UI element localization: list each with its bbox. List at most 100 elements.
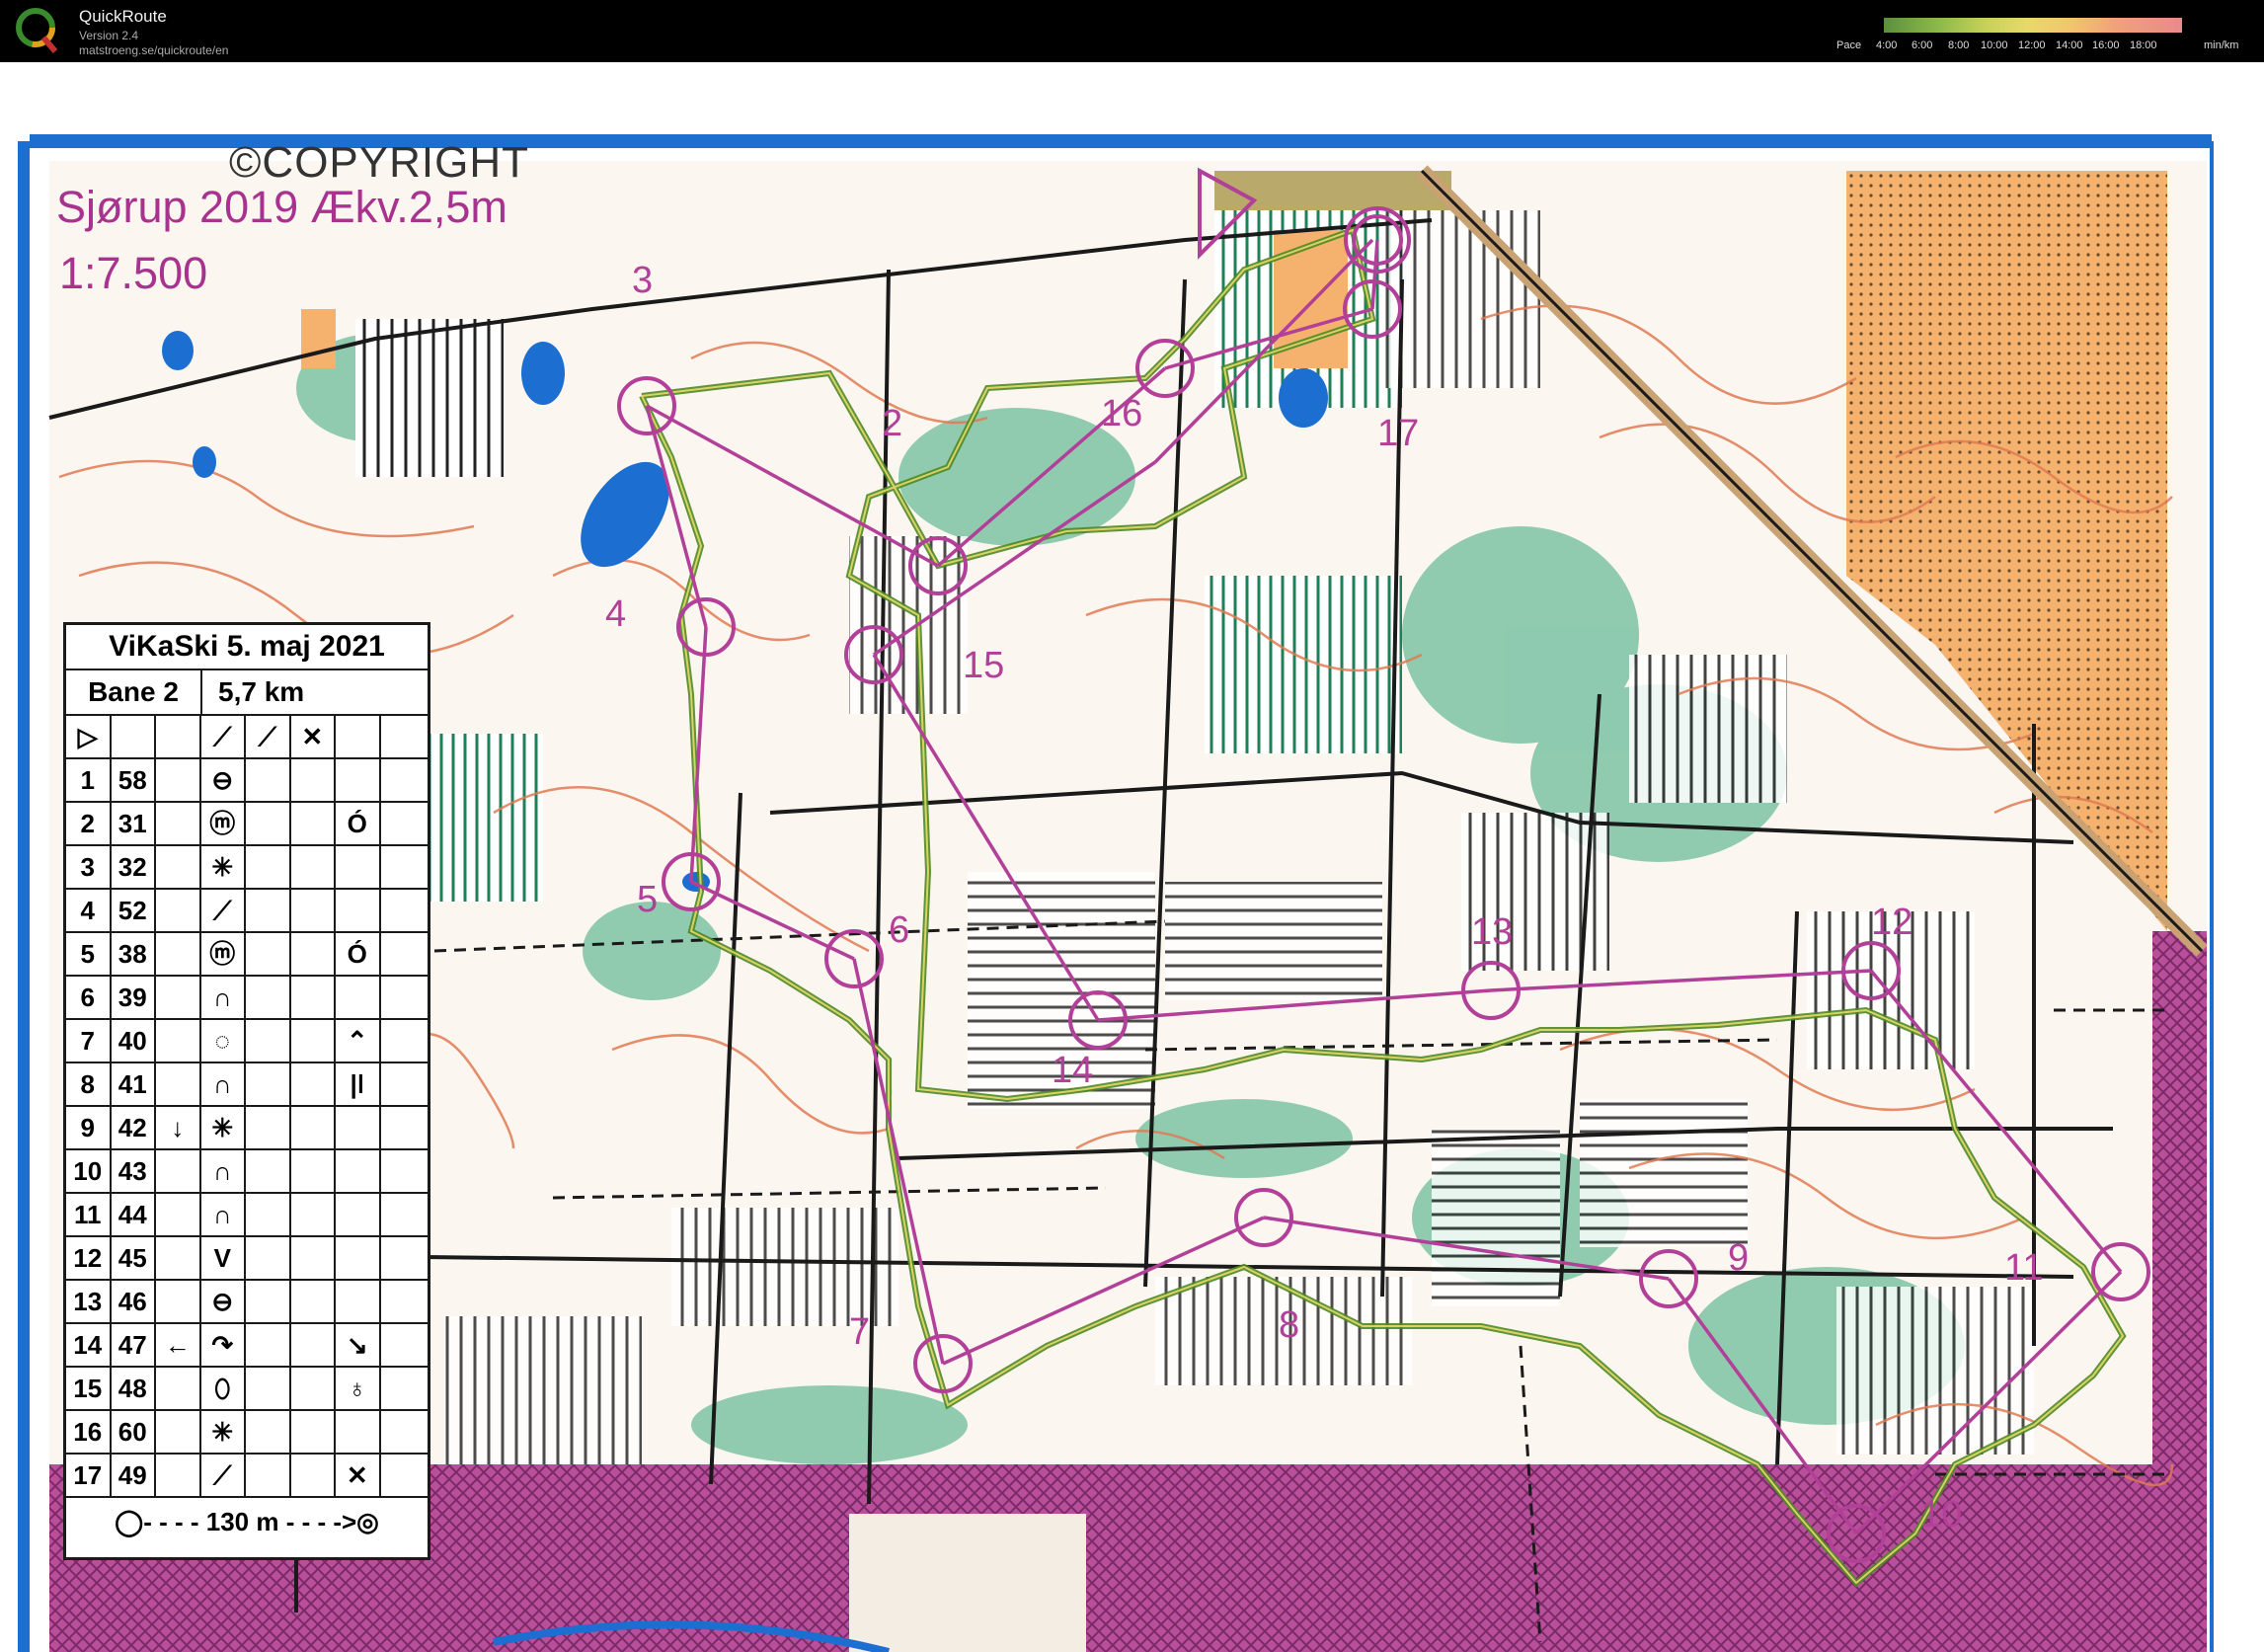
other-symbol xyxy=(381,1237,428,1279)
control-code: 43 xyxy=(112,1150,156,1192)
control-seq-number: 1 xyxy=(66,759,112,801)
other-symbol xyxy=(381,1020,428,1062)
control-number: 16 xyxy=(1101,393,1143,434)
other-symbol xyxy=(381,1063,428,1105)
appearance-symbol xyxy=(246,1324,291,1366)
direction-symbol xyxy=(156,846,201,888)
feature-symbol: ✳ xyxy=(201,846,246,888)
feature-symbol: ∩ xyxy=(201,977,246,1018)
feature-symbol: V xyxy=(201,1237,246,1279)
control-seq-number: 15 xyxy=(66,1368,112,1409)
finish-leg-icon: ◯- - - - xyxy=(115,1506,206,1536)
description-row: 12 45 V xyxy=(66,1237,428,1281)
other-symbol xyxy=(381,846,428,888)
description-row: 15 48 ⬯ ♁ xyxy=(66,1368,428,1411)
feature-symbol: ⟋ xyxy=(201,890,246,931)
other-symbol xyxy=(381,1368,428,1409)
control-code: 47 xyxy=(112,1324,156,1366)
pace-tick: 18:00 xyxy=(2130,39,2157,51)
app-url[interactable]: matstroeng.se/quickroute/en xyxy=(79,43,228,57)
dimension-symbol xyxy=(291,1455,336,1496)
map-scale: 1:7.500 xyxy=(59,248,208,298)
feature-symbol: ⊖ xyxy=(201,1281,246,1322)
feature-symbol: ∩ xyxy=(201,1063,246,1105)
appearance-symbol xyxy=(246,1020,291,1062)
dimension-symbol xyxy=(291,933,336,975)
dimension-symbol xyxy=(291,759,336,801)
control-seq-number: 8 xyxy=(66,1063,112,1105)
control-description-sheet: ViKaSki 5. maj 2021 Bane 2 5,7 km ▷ ⟋ ⟋ … xyxy=(63,622,430,1560)
pace-tick: 10:00 xyxy=(1981,39,2008,51)
control-seq-number: 2 xyxy=(66,803,112,844)
feature-symbol: ∩ xyxy=(201,1150,246,1192)
dimension-symbol xyxy=(291,977,336,1018)
control-code: 31 xyxy=(112,803,156,844)
appearance-symbol xyxy=(246,1368,291,1409)
dimension-symbol xyxy=(291,1411,336,1453)
appearance-symbol xyxy=(246,1281,291,1322)
direction-symbol xyxy=(156,1411,201,1453)
control-number: 4 xyxy=(605,593,627,635)
pace-label: Pace xyxy=(1836,39,1862,51)
appearance-symbol xyxy=(246,1411,291,1453)
start-icon: ▷ xyxy=(66,716,112,757)
control-seq-number: 4 xyxy=(66,890,112,931)
appearance-symbol xyxy=(246,890,291,931)
description-row: 8 41 ∩ |ǀ xyxy=(66,1063,428,1107)
other-symbol xyxy=(381,1324,428,1366)
start-symbol: ⟋ xyxy=(201,716,246,757)
feature-symbol: ◌ xyxy=(201,1020,246,1062)
control-code: 58 xyxy=(112,759,156,801)
control-code: 44 xyxy=(112,1194,156,1235)
control-code: 41 xyxy=(112,1063,156,1105)
control-number: 3 xyxy=(632,260,654,301)
feature-symbol: ✳ xyxy=(201,1411,246,1453)
control-code: 60 xyxy=(112,1411,156,1453)
appearance-symbol xyxy=(246,803,291,844)
dimension-symbol xyxy=(291,1194,336,1235)
control-number: 17 xyxy=(1377,413,1420,454)
location-symbol: ↘ xyxy=(336,1324,381,1366)
other-symbol xyxy=(381,890,428,931)
direction-symbol xyxy=(156,1150,201,1192)
course-info-row: Bane 2 5,7 km xyxy=(66,670,428,716)
description-row: 16 60 ✳ xyxy=(66,1411,428,1455)
pace-tick: 14:00 xyxy=(2056,39,2083,51)
control-code: 32 xyxy=(112,846,156,888)
appearance-symbol xyxy=(246,1455,291,1496)
control-number: 6 xyxy=(889,909,910,951)
description-row: 3 32 ✳ xyxy=(66,846,428,890)
dimension-symbol xyxy=(291,846,336,888)
location-symbol: Ó xyxy=(336,933,381,975)
location-symbol: ✕ xyxy=(336,1455,381,1496)
direction-symbol xyxy=(156,977,201,1018)
other-symbol xyxy=(381,977,428,1018)
control-seq-number: 5 xyxy=(66,933,112,975)
other-symbol xyxy=(381,1411,428,1453)
description-row: 6 39 ∩ xyxy=(66,977,428,1020)
description-row: 14 47 ← ↷ ↘ xyxy=(66,1324,428,1368)
appearance-symbol xyxy=(246,1107,291,1148)
finish-row: ◯- - - - 130 m - - - ->◎ xyxy=(66,1498,428,1545)
control-seq-number: 6 xyxy=(66,977,112,1018)
other-symbol xyxy=(381,1455,428,1496)
control-number: 14 xyxy=(1052,1050,1094,1091)
description-row: 11 44 ∩ xyxy=(66,1194,428,1237)
location-symbol xyxy=(336,1411,381,1453)
control-code: 45 xyxy=(112,1237,156,1279)
app-title-bar: QuickRoute Version 2.4 matstroeng.se/qui… xyxy=(0,0,2264,62)
location-symbol xyxy=(336,977,381,1018)
location-symbol: |ǀ xyxy=(336,1063,381,1105)
control-code: 39 xyxy=(112,977,156,1018)
finish-distance: 130 m xyxy=(205,1506,279,1536)
direction-symbol xyxy=(156,803,201,844)
direction-symbol: ← xyxy=(156,1324,201,1366)
location-symbol xyxy=(336,846,381,888)
control-number: 5 xyxy=(637,879,659,920)
other-symbol xyxy=(381,803,428,844)
description-row: 4 52 ⟋ xyxy=(66,890,428,933)
control-number: 12 xyxy=(1871,902,1913,943)
feature-symbol: ⟋ xyxy=(201,1455,246,1496)
location-symbol: Ó xyxy=(336,803,381,844)
control-seq-number: 16 xyxy=(66,1411,112,1453)
